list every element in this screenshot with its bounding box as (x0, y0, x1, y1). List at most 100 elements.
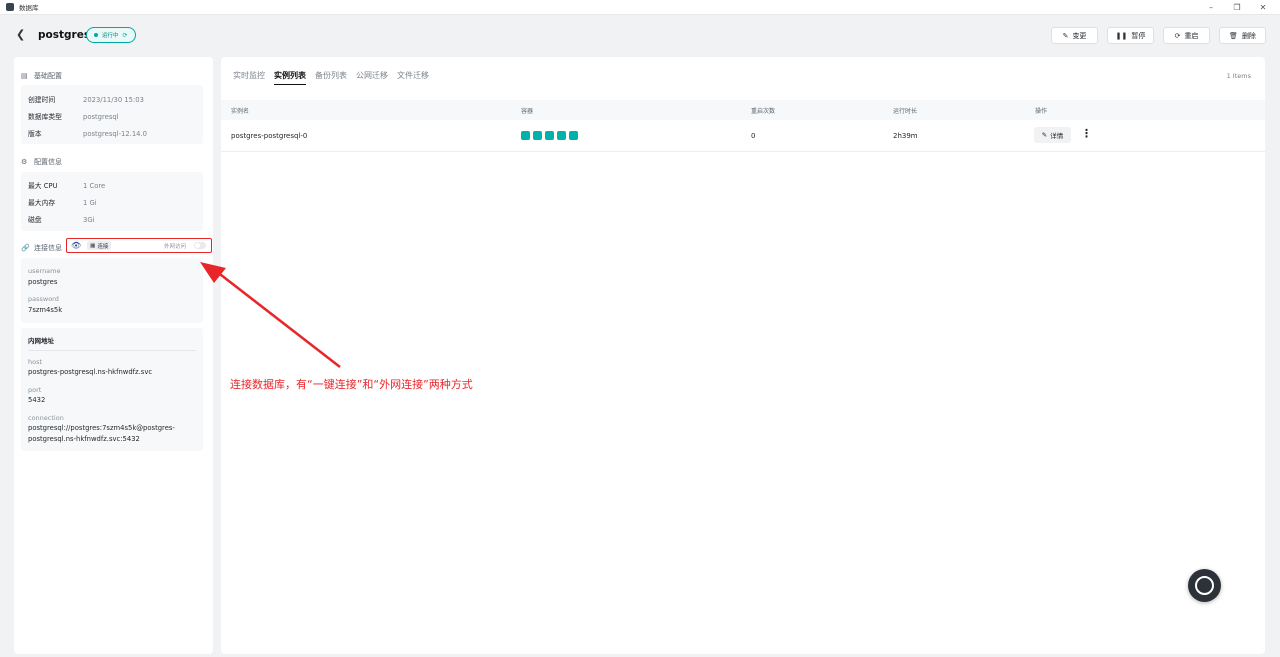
items-count: 1 Items (1226, 72, 1251, 80)
username-label: username (28, 267, 61, 275)
container-status-square[interactable] (569, 131, 578, 140)
container-status-square[interactable] (545, 131, 554, 140)
database-icon (6, 3, 14, 11)
username-value: postgres (28, 278, 58, 286)
status-label: 运行中 (102, 33, 119, 39)
tab-bar: 实时监控 实例列表 备份列表 公网迁移 文件迁移 (233, 70, 429, 85)
one-click-connect-button[interactable]: ▦ 连接 (87, 241, 112, 250)
kv-key: 磁盘 (28, 216, 42, 224)
container-status-square[interactable] (533, 131, 542, 140)
uptime: 2h39m (893, 132, 918, 140)
connection-label: connection (28, 414, 64, 422)
kv-key: 创建时间 (28, 96, 56, 104)
container-status-square[interactable] (521, 131, 530, 140)
basic-config-title: ▤ 基础配置 (21, 71, 62, 81)
chevron-left-icon[interactable]: ❮ (16, 29, 28, 41)
tab-file-migration[interactable]: 文件迁移 (397, 70, 429, 85)
port-label: port (28, 386, 42, 394)
table-header: 实例名 容器 重启次数 运行时长 操作 (221, 100, 1265, 120)
status-dot-icon (94, 33, 98, 37)
window-controls: – ❐ ✕ (1198, 0, 1276, 15)
kv-key: 最大 CPU (28, 182, 58, 190)
change-button[interactable]: ✎ 变更 (1051, 27, 1098, 44)
db-type-row: 数据库类型 postgresql (28, 111, 119, 121)
edit-icon: ✎ (1041, 131, 1048, 139)
kv-value: 2023/11/30 15:03 (83, 96, 144, 104)
window-title: 数据库 (19, 4, 39, 12)
column-header-name: 实例名 (231, 108, 250, 115)
config-info-title: ⚙ 配置信息 (21, 157, 62, 167)
detail-button[interactable]: ✎ 详情 (1034, 127, 1071, 143)
connection-options-highlight: 👁 ▦ 连接 外网访问 (66, 238, 212, 253)
table-row: postgres-postgresql-0 0 2h39m ✎ 详情 ⋮ (221, 120, 1265, 152)
trash-icon: 🗑 (1229, 31, 1238, 40)
external-access-label: 外网访问 (163, 243, 186, 250)
connection-info-title: 🔗 连接信息 (21, 243, 62, 253)
connection-string-line1: postgresql://postgres:7szm4s5k@postgres- (28, 424, 175, 432)
gear-icon: ⚙ (21, 158, 28, 166)
floating-help-button[interactable] (1188, 569, 1221, 602)
external-access-toggle[interactable] (194, 242, 206, 249)
internal-address-title: 内网地址 (28, 337, 54, 345)
connection-string-line2: postgresql.ns-hkfnwdfz.svc:5432 (28, 435, 140, 443)
detail-label: 详情 (1050, 132, 1064, 140)
host-label: host (28, 358, 43, 366)
cpu-row: 最大 CPU 1 Core (28, 180, 105, 190)
restart-count: 0 (751, 132, 756, 140)
version-row: 版本 postgresql-12.14.0 (28, 128, 147, 138)
kv-key: 数据库类型 (28, 113, 62, 121)
eye-icon[interactable]: 👁 (71, 241, 81, 250)
tab-public-migration[interactable]: 公网迁移 (356, 70, 388, 85)
kv-key: 版本 (28, 130, 42, 138)
minimize-button[interactable]: – (1198, 0, 1224, 15)
more-options-icon[interactable]: ⋮ (1081, 127, 1092, 143)
kv-value: 1 Core (83, 182, 106, 190)
refresh-icon: ⟳ (122, 31, 128, 39)
kv-key: 最大内存 (28, 199, 56, 207)
restart-label: 重启 (1184, 31, 1199, 40)
delete-label: 删除 (1241, 31, 1256, 40)
close-button[interactable]: ✕ (1250, 0, 1276, 15)
column-header-actions: 操作 (1035, 108, 1048, 115)
container-status-square[interactable] (557, 131, 566, 140)
change-label: 变更 (1072, 31, 1087, 40)
config-info-label: 配置信息 (34, 158, 62, 166)
terminal-icon: ▦ (90, 242, 96, 249)
connect-label: 连接 (97, 243, 109, 250)
tab-monitoring[interactable]: 实时监控 (233, 70, 265, 85)
title-bar: 数据库 – ❐ ✕ (0, 0, 1280, 15)
status-badge: 运行中 ⟳ (86, 27, 136, 43)
kv-value: postgresql (83, 113, 119, 121)
instance-name: postgres-postgresql-0 (231, 132, 308, 140)
container-status-list (521, 131, 578, 140)
tab-backups[interactable]: 备份列表 (315, 70, 347, 85)
maximize-button[interactable]: ❐ (1224, 0, 1250, 15)
kv-value: postgresql-12.14.0 (83, 130, 147, 138)
column-header-restarts: 重启次数 (751, 108, 776, 115)
page-title: postgres (38, 29, 91, 41)
kv-value: 3Gi (83, 216, 95, 224)
annotation-text: 连接数据库，有“一键连接”和“外网连接”两种方式 (230, 378, 473, 391)
action-toolbar: ✎ 变更 ❚❚ 暂停 ⟳ 重启 🗑 删除 (1051, 27, 1266, 44)
restart-button[interactable]: ⟳ 重启 (1163, 27, 1210, 44)
host-value: postgres-postgresql.ns-hkfnwdfz.svc (28, 368, 153, 376)
config-icon: ▤ (21, 72, 28, 80)
password-value: 7szm4s5k (28, 306, 63, 314)
pause-label: 暂停 (1131, 31, 1146, 40)
info-sidebar: ▤ 基础配置 创建时间 2023/11/30 15:03 数据库类型 postgre… (14, 57, 213, 654)
delete-button[interactable]: 🗑 删除 (1219, 27, 1266, 44)
internal-address-box (21, 328, 203, 451)
link-icon: 🔗 (21, 244, 30, 252)
column-header-containers: 容器 (521, 108, 534, 115)
divider (28, 350, 196, 351)
connection-info-label: 连接信息 (34, 244, 62, 252)
tab-instances[interactable]: 实例列表 (274, 70, 306, 85)
disk-row: 磁盘 3Gi (28, 214, 94, 224)
basic-config-box: 创建时间 2023/11/30 15:03 数据库类型 postgresql 版本 p… (21, 85, 203, 144)
password-label: password (28, 295, 59, 303)
created-time-row: 创建时间 2023/11/30 15:03 (28, 94, 144, 104)
basic-config-label: 基础配置 (34, 72, 62, 80)
pause-button[interactable]: ❚❚ 暂停 (1107, 27, 1154, 44)
config-info-box: 最大 CPU 1 Core 最大内存 1 Gi 磁盘 3Gi (21, 172, 203, 231)
main-panel: 实时监控 实例列表 备份列表 公网迁移 文件迁移 1 Items 实例名 容器 … (221, 57, 1265, 654)
